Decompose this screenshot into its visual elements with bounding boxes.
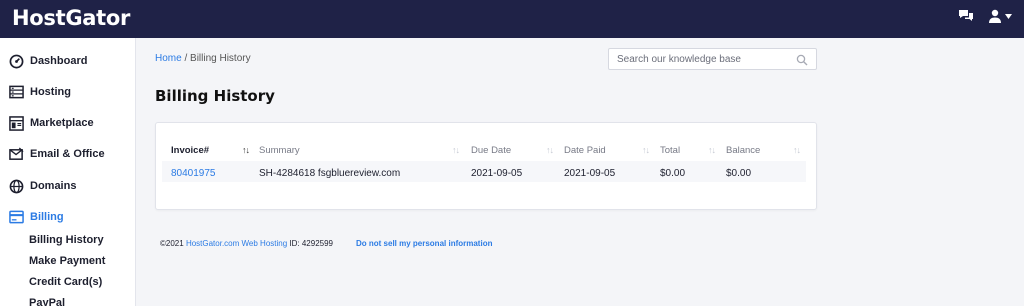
sidebar-item-label: Email & Office [30,148,105,160]
hostgator-web-hosting-link[interactable]: HostGator.com Web Hosting [186,239,287,248]
user-menu-button[interactable] [988,9,1012,23]
column-header-total[interactable]: Total [660,145,680,156]
store-icon [8,115,24,131]
sort-icon[interactable]: ↑↓ [708,145,716,155]
sort-icon[interactable]: ↑↓ [452,145,460,155]
sidebar-subitem-billing-history[interactable]: Billing History [29,234,104,246]
column-header-balance[interactable]: Balance [726,145,760,156]
column-header-summary[interactable]: Summary [259,145,300,156]
hostgator-logo[interactable]: HostGator [12,6,130,30]
sort-icon[interactable]: ↑↓ [642,145,650,155]
sidebar-item-hosting[interactable]: Hosting [8,84,71,100]
breadcrumb: Home / Billing History [155,53,251,64]
sidebar-item-dashboard[interactable]: Dashboard [8,53,87,69]
footer: ©2021 HostGator.com Web Hosting ID: 4292… [160,239,492,248]
due-date-cell: 2021-09-05 [471,168,523,179]
summary-cell: SH-4284618 fsgbluereview.com [259,168,401,179]
search-icon[interactable] [796,53,808,71]
credit-card-icon [8,209,24,225]
search-input[interactable] [609,49,789,69]
globe-icon [8,178,24,194]
sidebar-subitem-make-payment[interactable]: Make Payment [29,255,105,267]
balance-cell: $0.00 [726,168,752,179]
breadcrumb-home-link[interactable]: Home [155,53,182,64]
top-actions [958,9,1012,23]
knowledge-base-search [608,48,817,70]
breadcrumb-separator: / [184,53,188,64]
do-not-sell-link[interactable]: Do not sell my personal information [356,239,492,248]
column-header-date-paid[interactable]: Date Paid [564,145,606,156]
user-icon [989,9,1001,23]
sidebar-item-email-office[interactable]: Email & Office [8,146,105,162]
server-icon [8,84,24,100]
sidebar-item-label: Marketplace [30,117,94,129]
column-header-due-date[interactable]: Due Date [471,145,511,156]
sidebar-item-label: Hosting [30,86,71,98]
sort-icon[interactable]: ↑↓ [546,145,554,155]
sidebar-item-billing[interactable]: Billing [8,209,64,225]
breadcrumb-current: Billing History [190,53,251,64]
sidebar-item-label: Domains [30,180,77,192]
column-header-invoice[interactable]: Invoice# [171,145,209,156]
envelope-icon [8,146,24,162]
sidebar: Dashboard Hosting Marketplace Email & Of… [0,38,136,306]
billing-table-card: Invoice# ↑↓ Summary ↑↓ Due Date ↑↓ Date … [155,122,817,210]
sidebar-item-marketplace[interactable]: Marketplace [8,115,94,131]
sort-icon[interactable]: ↑↓ [793,145,801,155]
sidebar-subitem-credit-cards[interactable]: Credit Card(s) [29,276,102,288]
top-navbar: HostGator [0,0,1024,38]
date-paid-cell: 2021-09-05 [564,168,616,179]
chat-bubbles-icon[interactable] [958,9,974,23]
invoice-link[interactable]: 80401975 [171,168,216,179]
sidebar-item-label: Dashboard [30,55,88,67]
account-id-text: ID: 4292599 [289,239,333,248]
caret-down-icon [1005,13,1012,19]
sort-desc-icon[interactable]: ↑↓ [242,145,250,155]
sidebar-item-domains[interactable]: Domains [8,178,76,194]
total-cell: $0.00 [660,168,686,179]
invoice-cell: 80401975 [171,168,216,179]
sidebar-subitem-paypal[interactable]: PayPal [29,297,65,306]
dashboard-gauge-icon [8,53,24,69]
sidebar-item-label: Billing [30,211,64,223]
page-title: Billing History [155,87,275,105]
copyright-text: ©2021 [160,239,184,248]
